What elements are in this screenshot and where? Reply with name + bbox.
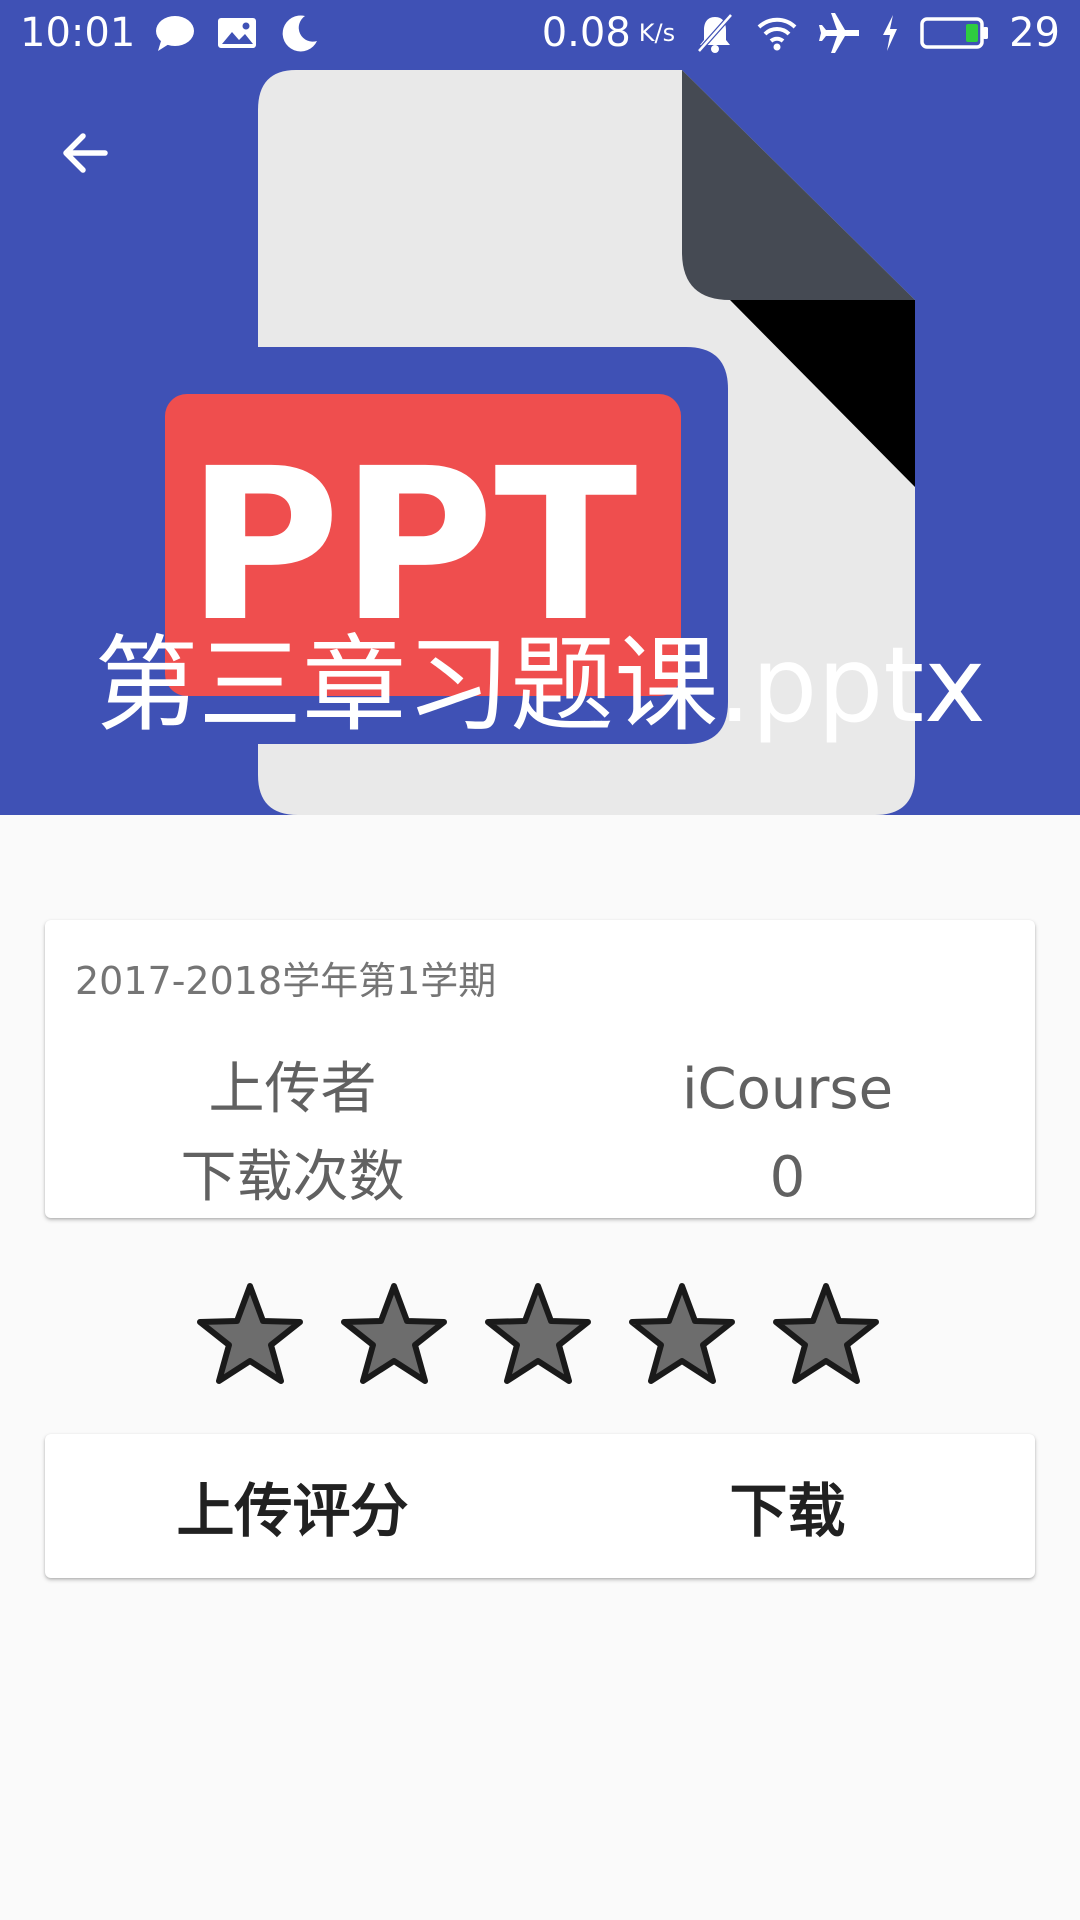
status-bar: 10:01 0.08 K/s 29: [0, 0, 1080, 66]
mute-bell-icon: [693, 11, 737, 55]
action-card: 上传评分 下载: [45, 1434, 1035, 1578]
uploader-row: 上传者 iCourse: [45, 1050, 1035, 1130]
download-button[interactable]: 下载: [540, 1434, 1035, 1578]
file-title: 第三章习题课.pptx: [94, 624, 986, 746]
upload-rating-button[interactable]: 上传评分: [45, 1434, 540, 1578]
back-button[interactable]: [40, 108, 130, 198]
star-icon[interactable]: [334, 1276, 454, 1396]
net-speed-unit: K/s: [638, 19, 676, 47]
term-label: 2017-2018学年第1学期: [75, 959, 497, 1003]
moon-icon: [277, 11, 321, 55]
battery-level: 29: [1009, 10, 1060, 56]
rating-bar[interactable]: [190, 1276, 886, 1396]
net-speed: 0.08: [541, 10, 631, 56]
star-icon[interactable]: [478, 1276, 598, 1396]
arrow-left-icon: [63, 133, 108, 173]
chat-bubble-icon: [153, 11, 197, 55]
uploader-value: iCourse: [681, 1057, 894, 1122]
airplane-icon: [817, 11, 861, 55]
downloads-row: 下载次数 0: [45, 1138, 1035, 1218]
file-detail-screen: PPT 第三章习题课.pptx 10:01 0.08 K/s 29 2017-2…: [0, 0, 1080, 1920]
downloads-value: 0: [769, 1145, 806, 1210]
wifi-icon: [755, 11, 799, 55]
star-icon[interactable]: [190, 1276, 310, 1396]
image-icon: [215, 11, 259, 55]
header: PPT 第三章习题课.pptx 10:01 0.08 K/s 29: [0, 0, 1080, 815]
star-icon[interactable]: [766, 1276, 886, 1396]
battery-icon: [919, 11, 991, 55]
uploader-label: 上传者: [208, 1057, 377, 1122]
star-icon[interactable]: [622, 1276, 742, 1396]
status-time: 10:01: [20, 10, 136, 56]
charging-icon: [879, 11, 901, 55]
file-info-card: 2017-2018学年第1学期 上传者 iCourse 下载次数 0: [45, 920, 1035, 1218]
downloads-label: 下载次数: [180, 1145, 405, 1210]
